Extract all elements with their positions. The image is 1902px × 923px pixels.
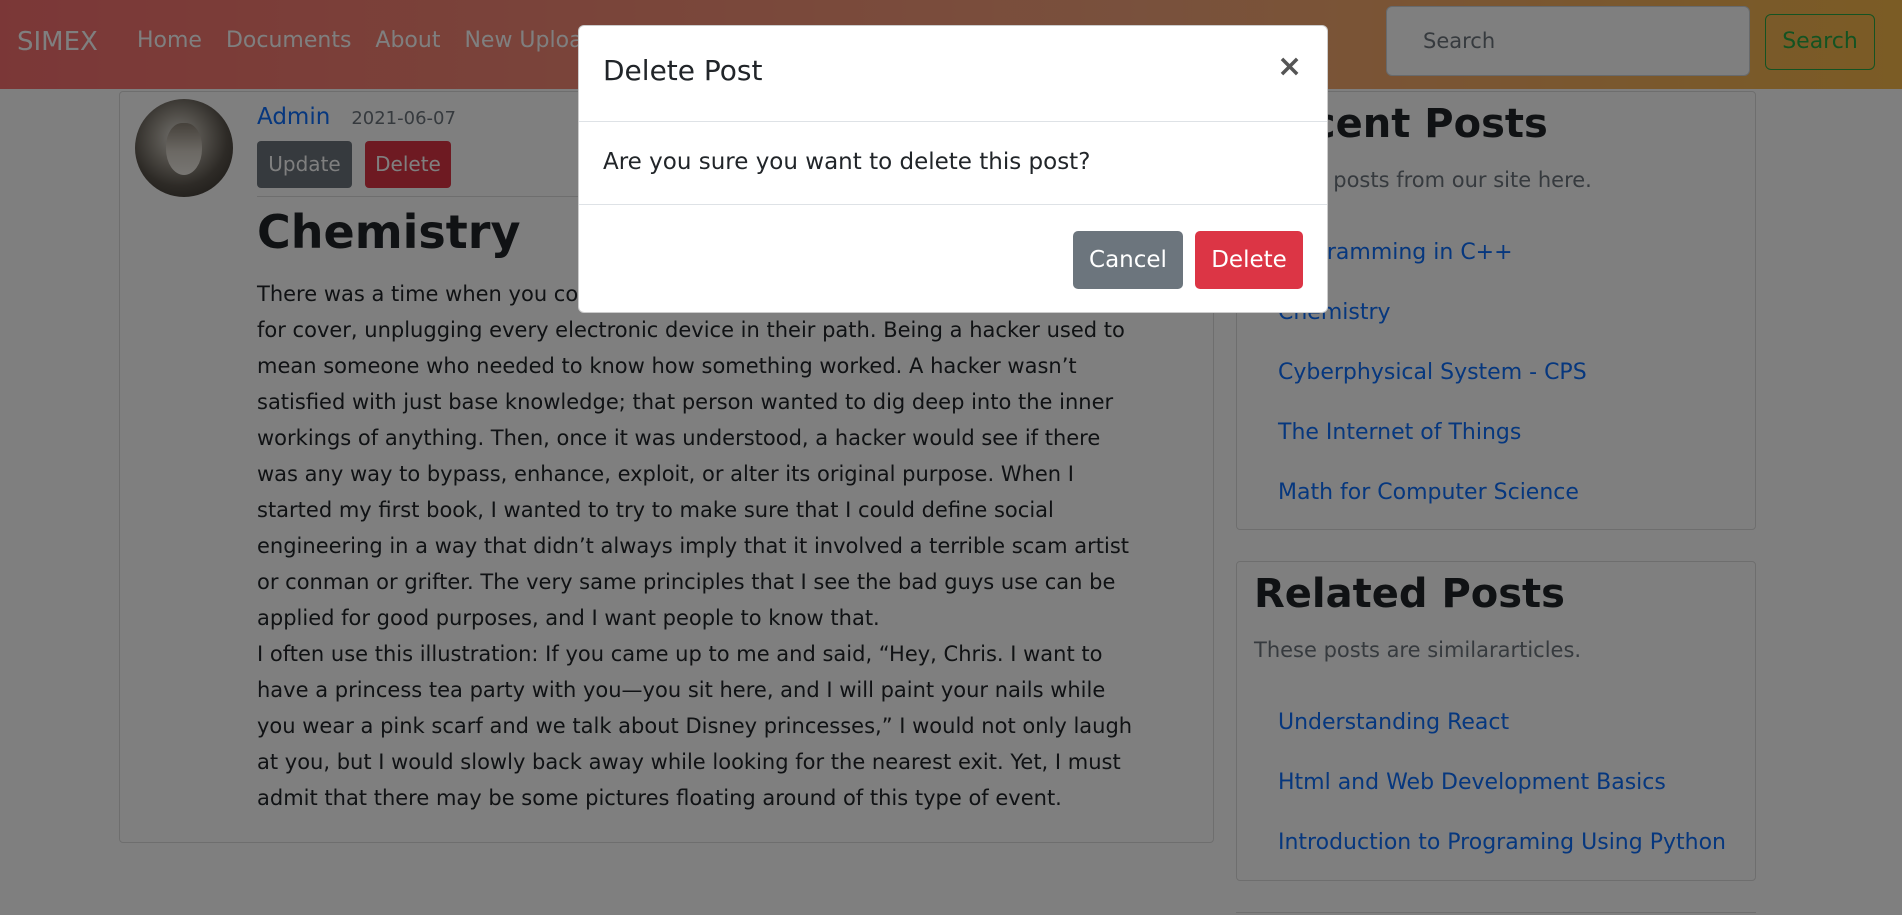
close-icon[interactable]: × bbox=[1277, 52, 1302, 82]
modal-title: Delete Post bbox=[603, 54, 763, 87]
cancel-button[interactable]: Cancel bbox=[1073, 231, 1183, 289]
modal-message: Are you sure you want to delete this pos… bbox=[603, 149, 1091, 175]
modal-footer-divider bbox=[579, 204, 1327, 205]
confirm-delete-button[interactable]: Delete bbox=[1195, 231, 1303, 289]
modal-header: Delete Post × bbox=[579, 26, 1327, 122]
delete-post-modal: Delete Post × Are you sure you want to d… bbox=[578, 25, 1328, 313]
